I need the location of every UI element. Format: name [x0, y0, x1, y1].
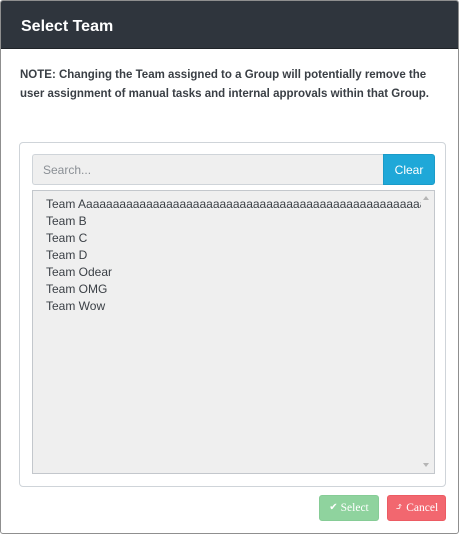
team-option[interactable]: Team Wow	[46, 298, 421, 315]
team-option[interactable]: Team C	[46, 230, 421, 247]
team-option[interactable]: Team OMG	[46, 281, 421, 298]
undo-icon: ⤴	[394, 502, 404, 513]
check-icon: ✔	[329, 502, 338, 513]
search-input[interactable]	[32, 154, 383, 185]
select-team-dialog: Select Team NOTE: Changing the Team assi…	[0, 0, 459, 534]
scroll-down-arrow-icon[interactable]	[423, 463, 429, 467]
cancel-button[interactable]: ⤴ Cancel	[387, 495, 446, 521]
team-option[interactable]: Team D	[46, 247, 421, 264]
dialog-header: Select Team	[1, 1, 458, 49]
dialog-title: Select Team	[21, 18, 114, 35]
clear-button[interactable]: Clear	[383, 154, 435, 185]
team-option[interactable]: Team Aaaaaaaaaaaaaaaaaaaaaaaaaaaaaaaaaaa…	[46, 196, 421, 213]
warning-note: NOTE: Changing the Team assigned to a Gr…	[20, 69, 429, 100]
team-option[interactable]: Team B	[46, 213, 421, 230]
team-option[interactable]: Team Odear	[46, 264, 421, 281]
select-button-label: Select	[340, 502, 369, 514]
select-button[interactable]: ✔ Select	[319, 495, 379, 521]
team-picker-panel: Clear Team Aaaaaaaaaaaaaaaaaaaaaaaaaaaaa…	[19, 142, 446, 487]
scroll-up-arrow-icon[interactable]	[423, 196, 429, 200]
cancel-button-label: Cancel	[406, 502, 439, 514]
team-list[interactable]: Team Aaaaaaaaaaaaaaaaaaaaaaaaaaaaaaaaaaa…	[32, 190, 435, 474]
